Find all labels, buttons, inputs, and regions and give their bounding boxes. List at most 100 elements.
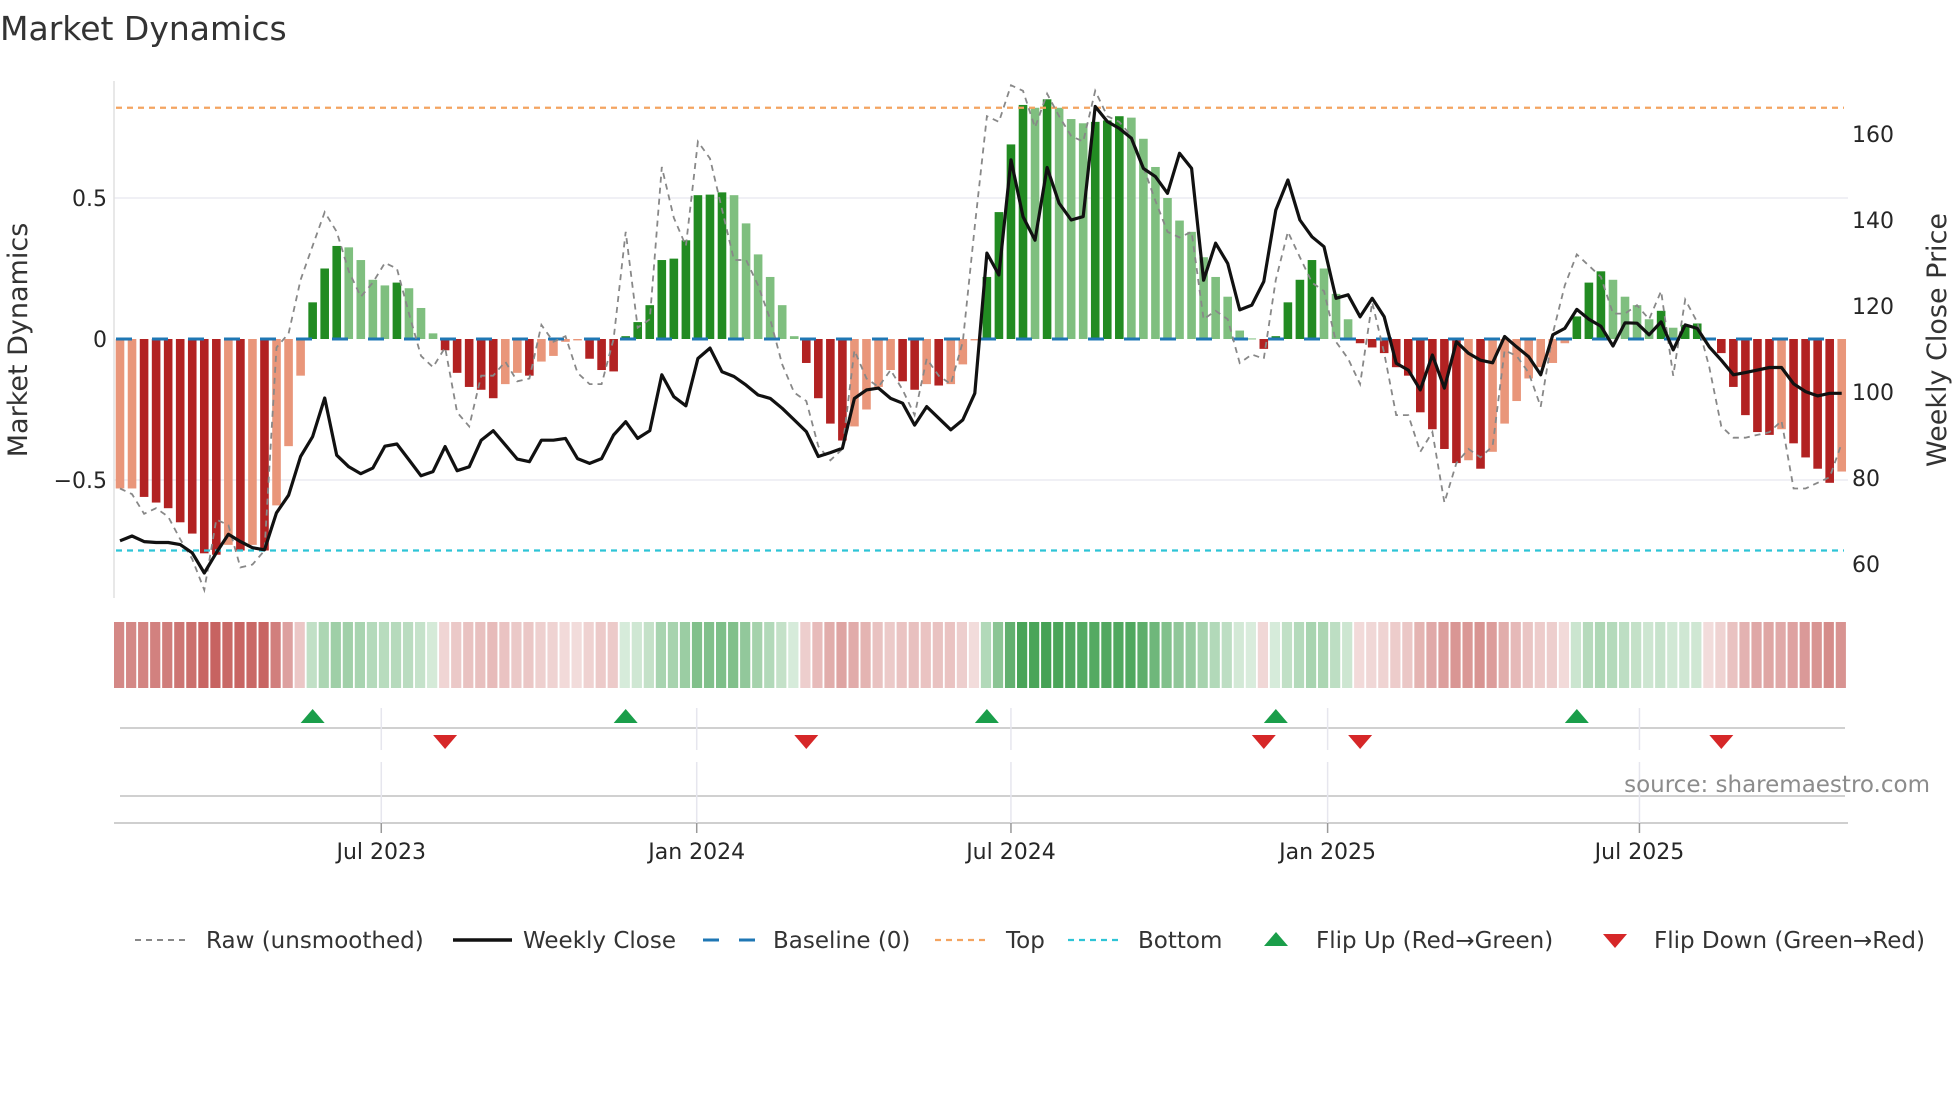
heat-strip-cell bbox=[1366, 622, 1377, 688]
heat-strip-cell bbox=[1546, 622, 1557, 688]
legend-item-flip_down: Flip Down (Green→Red) bbox=[1603, 928, 1925, 954]
heat-strip-cell bbox=[1787, 622, 1798, 688]
x-tick-label: Jul 2024 bbox=[964, 840, 1056, 865]
heat-strip-cell bbox=[475, 622, 486, 688]
heat-strip-cell bbox=[186, 622, 197, 688]
momentum-bar bbox=[874, 339, 883, 387]
heat-strip-cell bbox=[1751, 622, 1762, 688]
heat-strip-cell bbox=[150, 622, 161, 688]
y-ticks: 0.5 0 −0.5 bbox=[54, 187, 107, 494]
heat-strip-cell bbox=[1715, 622, 1726, 688]
momentum-bar bbox=[1295, 279, 1305, 339]
legend-label: Baseline (0) bbox=[773, 928, 910, 954]
momentum-bar bbox=[1054, 107, 1064, 339]
heat-strip-cell bbox=[1667, 622, 1678, 688]
heat-strip-cell bbox=[487, 622, 498, 688]
heat-strip-cell bbox=[246, 622, 257, 688]
heat-strip-cell bbox=[1101, 622, 1112, 688]
momentum-bar bbox=[814, 339, 823, 399]
momentum-bar bbox=[705, 194, 715, 339]
heat-strip-cell bbox=[439, 622, 450, 688]
y-axis-label: Market Dynamics bbox=[3, 223, 34, 458]
legend-label: Flip Up (Red→Green) bbox=[1316, 928, 1553, 954]
y2-tick-label: 100 bbox=[1852, 381, 1894, 406]
heat-strip-cell bbox=[402, 622, 414, 688]
momentum-bar bbox=[332, 245, 342, 339]
momentum-bar bbox=[801, 339, 811, 363]
flip-up-legend-icon bbox=[1264, 932, 1288, 946]
momentum-bar bbox=[657, 260, 667, 339]
momentum-bar bbox=[1440, 339, 1449, 449]
momentum-bar bbox=[452, 339, 462, 373]
heat-strip-cell bbox=[716, 622, 727, 688]
heat-strip-cell bbox=[740, 622, 751, 688]
heat-strip-cell bbox=[1390, 622, 1401, 688]
heat-strip-cell bbox=[944, 622, 955, 688]
y2-tick-label: 140 bbox=[1852, 209, 1894, 234]
momentum-bar bbox=[1211, 276, 1220, 339]
heat-strip-cell bbox=[390, 622, 402, 688]
heat-strip-cell bbox=[1161, 622, 1172, 688]
momentum-bar bbox=[1717, 339, 1726, 354]
heat-strip-cell bbox=[1305, 622, 1317, 688]
heat-strip-cell bbox=[1811, 622, 1822, 688]
heat-strip-cell bbox=[1318, 622, 1329, 688]
momentum-bar bbox=[1247, 338, 1257, 340]
heat-strip-cell bbox=[1041, 622, 1052, 688]
heat-strip-cell bbox=[162, 622, 173, 688]
flip-panel bbox=[114, 727, 1848, 824]
heat-strip-cell bbox=[752, 622, 763, 688]
heat-strip-cell bbox=[1221, 622, 1232, 688]
heat-strip-cell bbox=[908, 622, 919, 688]
heat-strip-cell bbox=[354, 622, 365, 688]
heat-strip-cell bbox=[210, 622, 221, 688]
momentum-bar bbox=[525, 339, 534, 376]
legend-item-top: Top bbox=[935, 928, 1045, 954]
momentum-bar bbox=[886, 339, 895, 371]
x-ticks: Jul 2023 Jan 2024 Jul 2024 Jan 2025 Jul 2025 bbox=[335, 708, 1684, 865]
heat-strip-cell bbox=[896, 622, 907, 688]
heat-strip-cell bbox=[836, 622, 847, 688]
momentum-bar bbox=[236, 339, 245, 551]
momentum-bar bbox=[958, 339, 968, 365]
heat-strip-cell bbox=[366, 622, 378, 688]
momentum-bar bbox=[1789, 339, 1798, 444]
y2-tick-label: 160 bbox=[1852, 123, 1894, 148]
heat-strip-cell bbox=[776, 622, 787, 688]
momentum-bar bbox=[1416, 339, 1425, 413]
heat-strip-cell bbox=[571, 622, 582, 688]
heat-strip-cell bbox=[1643, 622, 1654, 688]
momentum-bar bbox=[1464, 339, 1473, 461]
momentum-bar bbox=[224, 339, 233, 545]
momentum-bar bbox=[633, 322, 643, 339]
momentum-bar bbox=[500, 339, 510, 385]
momentum-bar bbox=[573, 339, 582, 341]
heat-strip-cell bbox=[114, 622, 125, 688]
heat-strip-cell bbox=[764, 622, 775, 688]
heat-strip-cell bbox=[559, 622, 570, 688]
heat-strip-cell bbox=[703, 622, 715, 688]
flip-up-marker bbox=[974, 709, 999, 723]
heat-strip-cell bbox=[1077, 622, 1088, 688]
heat-strip-cell bbox=[848, 622, 859, 688]
heat-strip-cell bbox=[932, 622, 943, 688]
y2-ticks: 160 140 120 100 80 60 bbox=[1852, 123, 1894, 578]
heat-strip-cell bbox=[342, 622, 353, 688]
heat-strip-cell bbox=[451, 622, 462, 688]
momentum-bar bbox=[1825, 339, 1834, 483]
heat-strip-cell bbox=[1125, 622, 1136, 688]
heat-strip-cell bbox=[1173, 622, 1184, 688]
momentum-bar bbox=[464, 339, 474, 387]
heat-strip-cell bbox=[547, 622, 558, 688]
heat-strip-cell bbox=[415, 622, 426, 688]
legend-item-close: Weekly Close bbox=[453, 928, 676, 954]
momentum-bar bbox=[320, 268, 329, 339]
heat-strip-cell bbox=[1655, 622, 1666, 688]
y2-tick-label: 80 bbox=[1852, 467, 1880, 492]
momentum-bar bbox=[151, 339, 161, 503]
flip-down-legend-icon bbox=[1603, 934, 1627, 948]
momentum-bar bbox=[910, 339, 919, 390]
heat-strip-cell bbox=[824, 622, 835, 688]
y2-tick-label: 120 bbox=[1852, 295, 1894, 320]
momentum-bar bbox=[1572, 316, 1582, 339]
